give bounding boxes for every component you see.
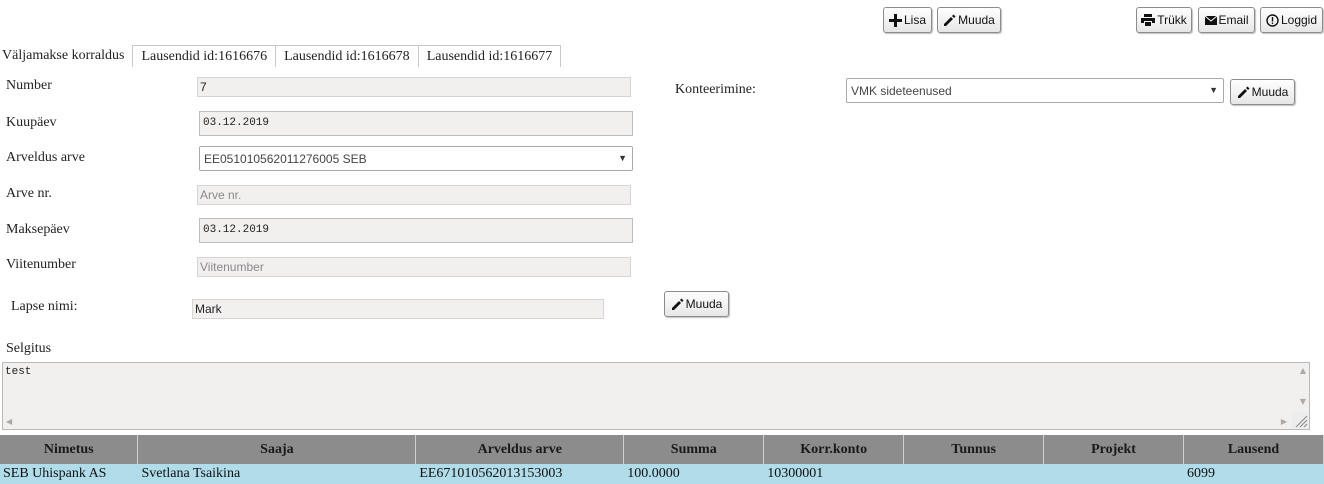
payments-table: Nimetus Saaja Arveldus arve Summa Korr.k… <box>0 435 1324 484</box>
printer-icon <box>1141 14 1156 26</box>
selgitus-label: Selgitus <box>6 341 52 356</box>
cell-nimetus: SEB Uhispank AS <box>0 464 139 484</box>
number-label: Number <box>6 78 52 93</box>
konteerimine-select-value: VMK sideteenused <box>851 83 952 98</box>
add-button[interactable]: Lisa <box>883 7 932 33</box>
table-header-row: Nimetus Saaja Arveldus arve Summa Korr.k… <box>0 435 1324 464</box>
cell-arveldus-arve: EE671010562013153003 <box>415 464 625 484</box>
arveldus-select-value: EE051010562011276005 SEB <box>204 151 367 166</box>
print-button[interactable]: Trükk <box>1136 7 1192 33</box>
column-header-korr-konto[interactable]: Korr.konto <box>763 435 905 464</box>
scroll-left-icon[interactable]: ◀ <box>6 417 12 426</box>
envelope-icon <box>1204 15 1217 25</box>
kuupaev-field[interactable]: 03.12.2019 <box>199 111 633 136</box>
cell-summa: 100.0000 <box>623 464 765 484</box>
arveldus-select[interactable]: EE051010562011276005 SEB ▼ <box>199 146 633 171</box>
kuupaev-label: Kuupäev <box>6 115 57 130</box>
selgitus-text: test <box>5 366 32 378</box>
tab-valjamakse[interactable]: Väljamakse korraldus <box>0 45 134 67</box>
email-button-label: Email <box>1218 13 1249 27</box>
edit-button[interactable]: Muuda <box>937 7 1001 33</box>
tab-lausendid-1616677[interactable]: Lausendid id:1616677 <box>418 45 562 67</box>
logs-button-label: Loggid <box>1280 13 1318 27</box>
column-header-arveldus-arve[interactable]: Arveldus arve <box>415 435 625 464</box>
column-header-summa[interactable]: Summa <box>623 435 765 464</box>
column-header-tunnus[interactable]: Tunnus <box>903 435 1045 464</box>
column-header-nimetus[interactable]: Nimetus <box>0 435 139 464</box>
pencil-icon <box>671 298 684 310</box>
number-field[interactable]: 7 <box>197 77 631 97</box>
tab-lausendid-1616678[interactable]: Lausendid id:1616678 <box>276 45 419 67</box>
pencil-icon <box>1237 86 1250 98</box>
konteerimine-edit-button[interactable]: Muuda <box>1230 79 1295 105</box>
arve-nr-label: Arve nr. <box>6 186 52 201</box>
resize-grip-icon[interactable] <box>1292 412 1308 428</box>
chevron-down-icon: ▼ <box>1209 85 1218 95</box>
konteerimine-label: Konteerimine: <box>675 82 756 97</box>
tab-lausendid-1616676[interactable]: Lausendid id:1616676 <box>133 45 277 67</box>
scroll-right-icon[interactable]: ▶ <box>1281 417 1287 426</box>
tab-bar: Väljamakse korraldus Lausendid id:161667… <box>0 45 562 67</box>
cell-projekt <box>1043 464 1184 484</box>
viitenumber-field[interactable]: Viitenumber <box>197 257 631 277</box>
add-button-label: Lisa <box>904 13 927 27</box>
cell-korr-konto: 10300001 <box>763 464 905 484</box>
lapse-nimi-edit-label: Muuda <box>685 297 723 311</box>
edit-button-label: Muuda <box>958 13 995 27</box>
print-button-label: Trükk <box>1157 13 1187 27</box>
viitenumber-label: Viitenumber <box>6 257 76 272</box>
column-header-projekt[interactable]: Projekt <box>1043 435 1184 464</box>
maksepaev-field[interactable]: 03.12.2019 <box>199 218 633 243</box>
plus-icon <box>889 13 902 27</box>
email-button[interactable]: Email <box>1198 7 1255 33</box>
scroll-down-icon[interactable]: ▼ <box>1300 397 1306 406</box>
lapse-nimi-label: Lapse nimi: <box>11 299 78 314</box>
logs-button[interactable]: Loggid <box>1260 7 1323 33</box>
pencil-icon <box>944 14 956 26</box>
arveldus-label: Arveldus arve <box>6 150 85 165</box>
cell-tunnus <box>903 464 1045 484</box>
konteerimine-edit-label: Muuda <box>1251 85 1289 99</box>
column-header-saaja[interactable]: Saaja <box>137 435 417 464</box>
column-header-lausend[interactable]: Lausend <box>1183 435 1324 464</box>
chevron-down-icon: ▼ <box>618 153 627 163</box>
selgitus-textarea[interactable]: test ▲ ▼ ◀ ▶ <box>2 362 1310 430</box>
lapse-nimi-field[interactable]: Mark <box>192 299 604 319</box>
lapse-nimi-edit-button[interactable]: Muuda <box>664 291 729 317</box>
maksepaev-label: Maksepäev <box>6 222 70 237</box>
cell-saaja: Svetlana Tsaikina <box>137 464 417 484</box>
table-row[interactable]: SEB Uhispank AS Svetlana Tsaikina EE6710… <box>0 464 1324 484</box>
konteerimine-select[interactable]: VMK sideteenused ▼ <box>846 78 1224 103</box>
cell-lausend: 6099 <box>1183 464 1324 484</box>
exclamation-circle-icon <box>1266 13 1279 27</box>
arve-nr-field[interactable]: Arve nr. <box>197 185 631 205</box>
scroll-up-icon[interactable]: ▲ <box>1300 366 1306 375</box>
